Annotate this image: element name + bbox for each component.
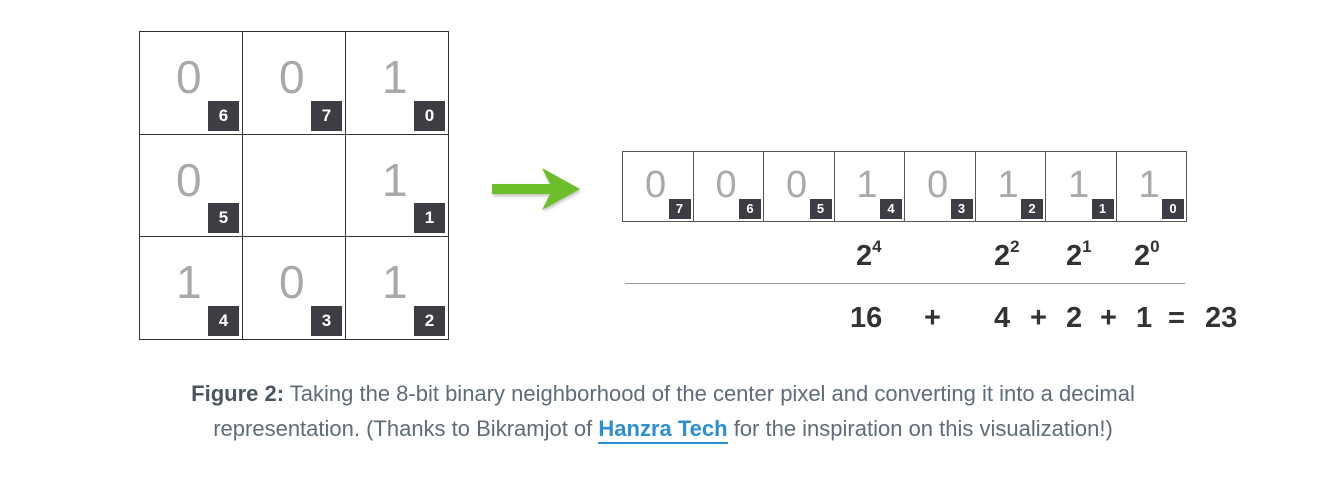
sum-equals: = [1168,302,1185,334]
binary-bit: 1 [1138,164,1160,206]
cell-bit: 0 [176,153,202,206]
neighborhood-grid: 0 6 0 7 1 0 0 5 1 1 1 4 0 3 1 2 [139,31,449,340]
power-term: 20 [1134,238,1160,272]
cell-bit: 1 [382,153,408,206]
binary-bit: 1 [997,164,1019,206]
cell-index-badge: 2 [414,305,445,336]
power-base: 2 [1066,240,1083,272]
cell-index-badge: 0 [414,100,445,131]
binary-cell: 0 7 [623,152,694,222]
binary-bit: 0 [927,164,949,206]
binary-cell: 1 1 [1046,152,1117,222]
sum-term: 16 [850,302,883,334]
binary-index-badge: 4 [880,199,902,219]
binary-index-badge: 1 [1091,199,1114,219]
sum-operator: + [1030,302,1047,334]
power-base: 2 [994,240,1011,272]
hanzra-tech-link[interactable]: Hanzra Tech [598,416,728,444]
sum-term: 2 [1066,302,1083,334]
sum-operator: + [924,302,941,334]
grid-cell: 1 2 [346,237,449,340]
cell-bit: 1 [382,256,408,309]
binary-cell: 1 0 [1116,152,1187,222]
cell-bit: 0 [279,51,305,103]
binary-cell: 1 2 [975,152,1046,222]
cell-index-badge: 7 [311,100,342,131]
power-term: 21 [1066,238,1092,272]
cell-index-badge: 6 [208,100,239,131]
grid-cell: 1 1 [346,134,449,238]
binary-index-badge: 2 [1021,199,1043,219]
sum-term: 1 [1136,302,1153,334]
power-exponent: 1 [1082,237,1092,256]
power-base: 2 [856,240,873,272]
grid-cell: 1 4 [140,237,243,340]
binary-bit: 0 [715,164,737,206]
binary-cell: 0 3 [905,152,976,222]
sum-term: 4 [994,302,1011,334]
grid-cell: 1 0 [346,32,449,135]
power-exponent: 0 [1150,237,1160,256]
cell-index-badge: 4 [208,305,239,336]
binary-bit: 0 [786,164,808,206]
right-arrow-icon [492,168,580,210]
power-term: 22 [994,238,1020,272]
sum-operator: + [1100,302,1117,334]
caption-text-end: for the inspiration on this visualizatio… [727,416,1113,441]
cell-bit: 1 [382,51,408,103]
binary-bit: 1 [856,164,878,206]
grid-center-cell [243,134,346,238]
binary-row: 0 7 0 6 0 5 1 4 0 3 1 2 1 1 1 0 [622,151,1187,222]
binary-cell: 0 6 [693,152,764,222]
cell-index-badge: 3 [311,305,342,336]
caption-label: Figure 2: [191,381,285,406]
power-exponent: 2 [1010,237,1020,256]
sum-divider [625,283,1185,284]
binary-cell: 0 5 [764,152,835,222]
sum-result: 23 [1205,302,1238,334]
grid-cell: 0 5 [140,134,243,238]
binary-index-badge: 5 [809,199,832,219]
cell-index-badge: 5 [208,203,239,234]
binary-index-badge: 7 [668,199,691,219]
power-base: 2 [1134,240,1151,272]
cell-bit: 0 [176,51,202,103]
power-term: 24 [856,238,882,272]
power-exponent: 4 [872,237,882,256]
binary-bit: 1 [1068,164,1090,206]
grid-cell: 0 6 [140,32,243,135]
cell-index-badge: 1 [414,203,445,234]
binary-index-badge: 3 [950,199,973,219]
grid-cell: 0 3 [243,237,346,340]
binary-index-badge: 6 [739,199,761,219]
grid-cell: 0 7 [243,32,346,135]
binary-index-badge: 0 [1162,199,1184,219]
binary-bit: 0 [645,164,667,206]
cell-bit: 0 [279,256,305,309]
figure-caption: Figure 2: Taking the 8-bit binary neighb… [120,376,1206,446]
cell-bit: 1 [176,256,202,309]
binary-cell: 1 4 [834,152,905,222]
